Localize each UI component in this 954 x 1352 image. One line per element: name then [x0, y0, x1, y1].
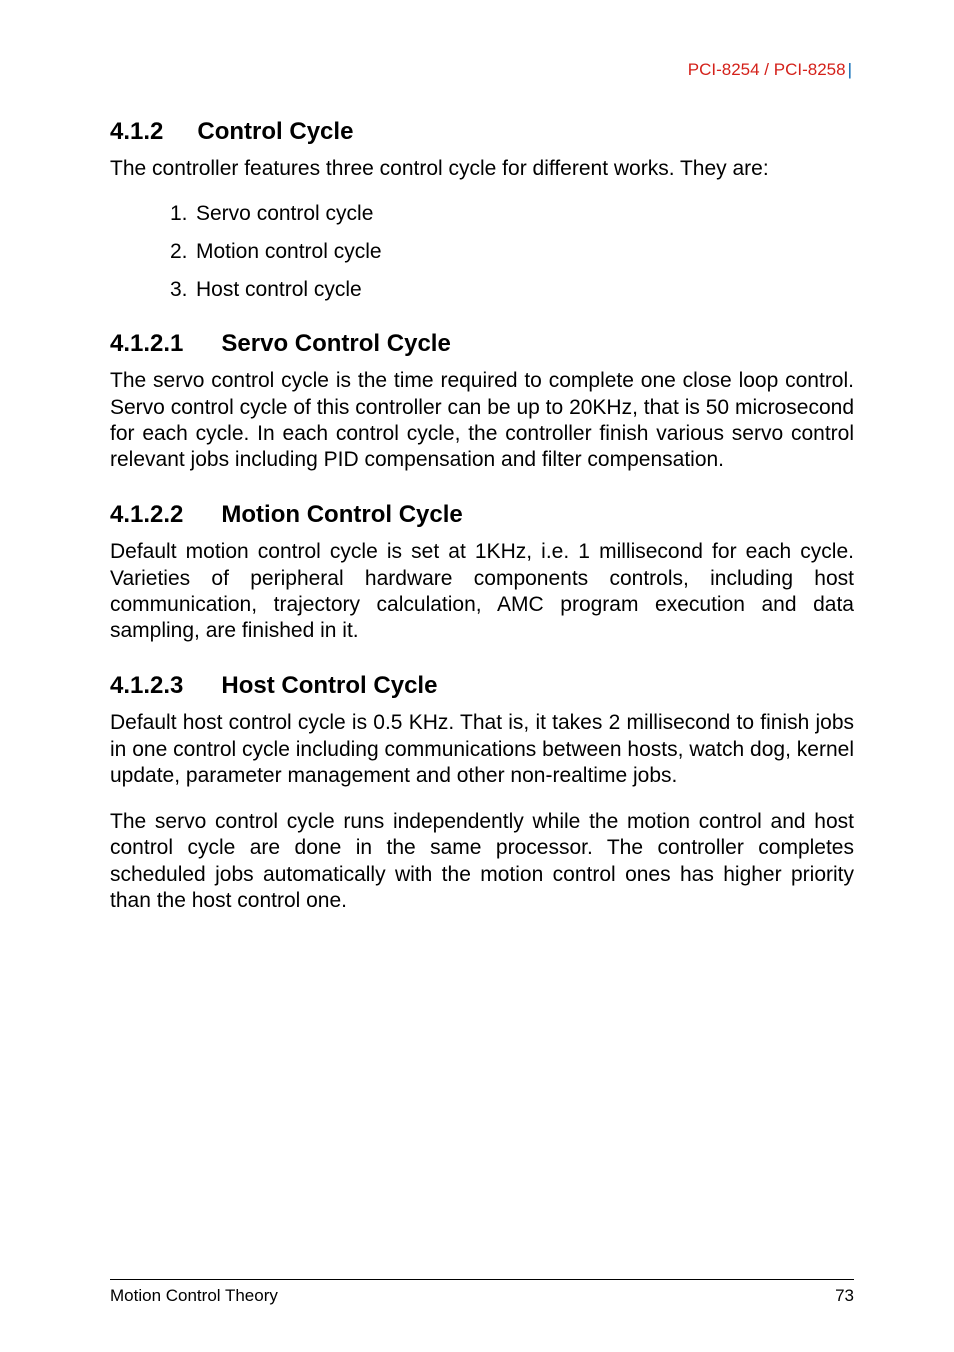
- list-item: 3.Host control cycle: [170, 278, 854, 302]
- header-separator-bar: |: [846, 60, 854, 79]
- list-text: Servo control cycle: [196, 202, 373, 225]
- paragraph: Default host control cycle is 0.5 KHz. T…: [110, 710, 854, 789]
- section-number: 4.1.2.2: [110, 501, 183, 529]
- list-item: 1.Servo control cycle: [170, 202, 854, 226]
- section-number: 4.1.2.1: [110, 330, 183, 358]
- running-header: PCI-8254 / PCI-8258|: [110, 60, 854, 80]
- list-text: Host control cycle: [196, 278, 362, 301]
- heading-4-1-2-2: 4.1.2.2 Motion Control Cycle: [110, 501, 854, 529]
- heading-4-1-2-3: 4.1.2.3 Host Control Cycle: [110, 672, 854, 700]
- heading-4-1-2-1: 4.1.2.1 Servo Control Cycle: [110, 330, 854, 358]
- list-text: Motion control cycle: [196, 240, 382, 263]
- footer-page-number: 73: [835, 1286, 854, 1306]
- section-number: 4.1.2: [110, 118, 163, 146]
- footer-rule: [110, 1279, 854, 1280]
- enumerated-list: 1.Servo control cycle 2.Motion control c…: [110, 202, 854, 302]
- paragraph: Default motion control cycle is set at 1…: [110, 539, 854, 644]
- list-number: 2.: [170, 240, 196, 264]
- section-title: Host Control Cycle: [221, 672, 437, 699]
- paragraph: The servo control cycle runs independent…: [110, 809, 854, 914]
- list-number: 3.: [170, 278, 196, 302]
- list-item: 2.Motion control cycle: [170, 240, 854, 264]
- paragraph: The servo control cycle is the time requ…: [110, 368, 854, 473]
- section-number: 4.1.2.3: [110, 672, 183, 700]
- section-title: Motion Control Cycle: [221, 501, 462, 528]
- section-title: Control Cycle: [197, 118, 353, 145]
- header-doc-title: PCI-8254 / PCI-8258: [688, 60, 846, 79]
- section-title: Servo Control Cycle: [221, 330, 450, 357]
- list-number: 1.: [170, 202, 196, 226]
- footer-chapter-title: Motion Control Theory: [110, 1286, 278, 1306]
- paragraph: The controller features three control cy…: [110, 156, 854, 182]
- page-footer: Motion Control Theory 73: [110, 1279, 854, 1306]
- heading-4-1-2: 4.1.2 Control Cycle: [110, 118, 854, 146]
